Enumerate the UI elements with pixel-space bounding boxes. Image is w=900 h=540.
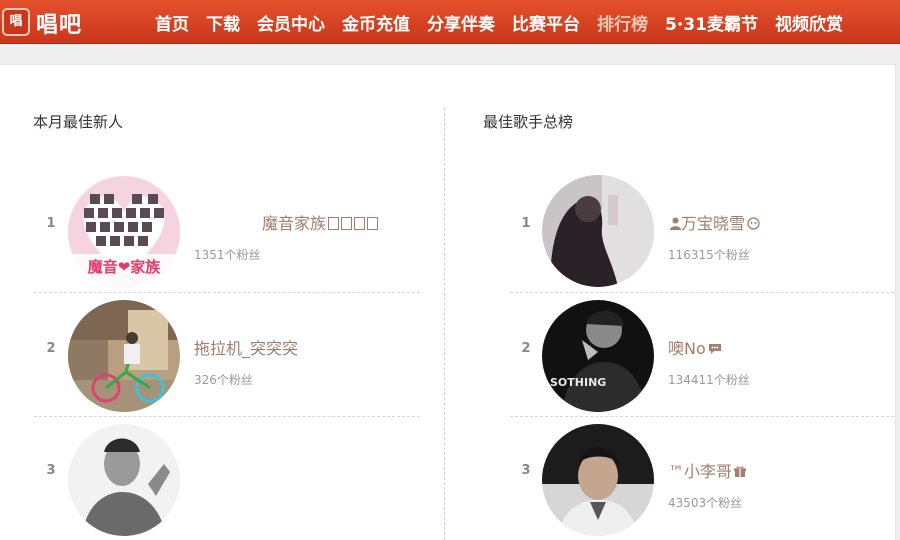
user-name[interactable]: 拖拉机_突突突 <box>194 335 298 359</box>
person-icon <box>670 215 681 234</box>
fan-count: 43503个粉丝 <box>668 496 743 510</box>
user-name[interactable]: ™小李哥 <box>668 458 747 482</box>
avatar[interactable] <box>68 300 180 412</box>
user-name-text: 噢No <box>668 339 706 358</box>
badge-icon <box>747 215 760 234</box>
nav-contest-platform[interactable]: 比赛平台 <box>512 10 580 35</box>
left-section-title: 本月最佳新人 <box>33 113 124 131</box>
fan-count: 134411个粉丝 <box>668 373 750 387</box>
avatar[interactable]: 魔音❤家族 <box>68 176 180 288</box>
avatar[interactable] <box>68 424 180 536</box>
chat-bubble-icon <box>708 340 722 359</box>
row-divider <box>510 292 894 293</box>
nav-leaderboard[interactable]: 排行榜 <box>597 10 648 35</box>
rank-number: 2 <box>521 341 531 356</box>
avatar[interactable] <box>542 424 654 536</box>
gift-icon <box>734 463 747 482</box>
row-divider <box>34 416 420 417</box>
row-divider <box>34 292 420 293</box>
placeholder-glyph-icon <box>354 217 366 230</box>
nav-video[interactable]: 视频欣赏 <box>775 10 843 35</box>
user-name-text: ™小李哥 <box>668 462 733 481</box>
rank-number: 1 <box>46 216 56 231</box>
avatar[interactable] <box>542 175 654 287</box>
logo-text[interactable]: 唱吧 <box>36 7 82 39</box>
placeholder-glyph-icon <box>341 217 353 230</box>
user-name-text: 万宝晓雪 <box>681 214 746 233</box>
user-name[interactable]: 魔音家族 <box>262 210 379 234</box>
avatar[interactable]: SOTHING <box>542 300 654 412</box>
svg-text:魔音❤家族: 魔音❤家族 <box>88 258 162 276</box>
placeholder-glyph-icon <box>367 217 379 230</box>
nav-share-accompaniment[interactable]: 分享伴奏 <box>427 10 495 35</box>
main-nav: 首页 下载 会员中心 金币充值 分享伴奏 比赛平台 排行榜 5·31麦霸节 视频… <box>155 0 860 44</box>
rank-number: 2 <box>46 341 56 356</box>
fan-count: 116315个粉丝 <box>668 248 750 262</box>
placeholder-glyph-icon <box>328 217 340 230</box>
logo-icon[interactable]: 唱 <box>2 8 30 36</box>
rank-number: 1 <box>521 216 531 231</box>
rank-number: 3 <box>521 463 531 478</box>
top-nav-bar: 唱 唱吧 首页 下载 会员中心 金币充值 分享伴奏 比赛平台 排行榜 5·31麦… <box>0 0 900 44</box>
user-name[interactable]: 万宝晓雪 <box>668 210 760 234</box>
right-section-title: 最佳歌手总榜 <box>483 113 574 131</box>
row-divider <box>510 416 894 417</box>
column-divider <box>444 108 445 540</box>
rank-number: 3 <box>46 463 56 478</box>
fan-count: 326个粉丝 <box>194 373 253 387</box>
user-name-text: 魔音家族 <box>262 214 327 233</box>
nav-festival[interactable]: 5·31麦霸节 <box>665 10 758 35</box>
fan-count: 1351个粉丝 <box>194 248 261 262</box>
nav-home[interactable]: 首页 <box>155 10 189 35</box>
nav-coin-recharge[interactable]: 金币充值 <box>342 10 410 35</box>
nav-member-center[interactable]: 会员中心 <box>257 10 325 35</box>
nav-download[interactable]: 下载 <box>206 10 240 35</box>
svg-text:SOTHING: SOTHING <box>550 376 606 389</box>
user-name[interactable]: 噢No <box>668 335 722 359</box>
